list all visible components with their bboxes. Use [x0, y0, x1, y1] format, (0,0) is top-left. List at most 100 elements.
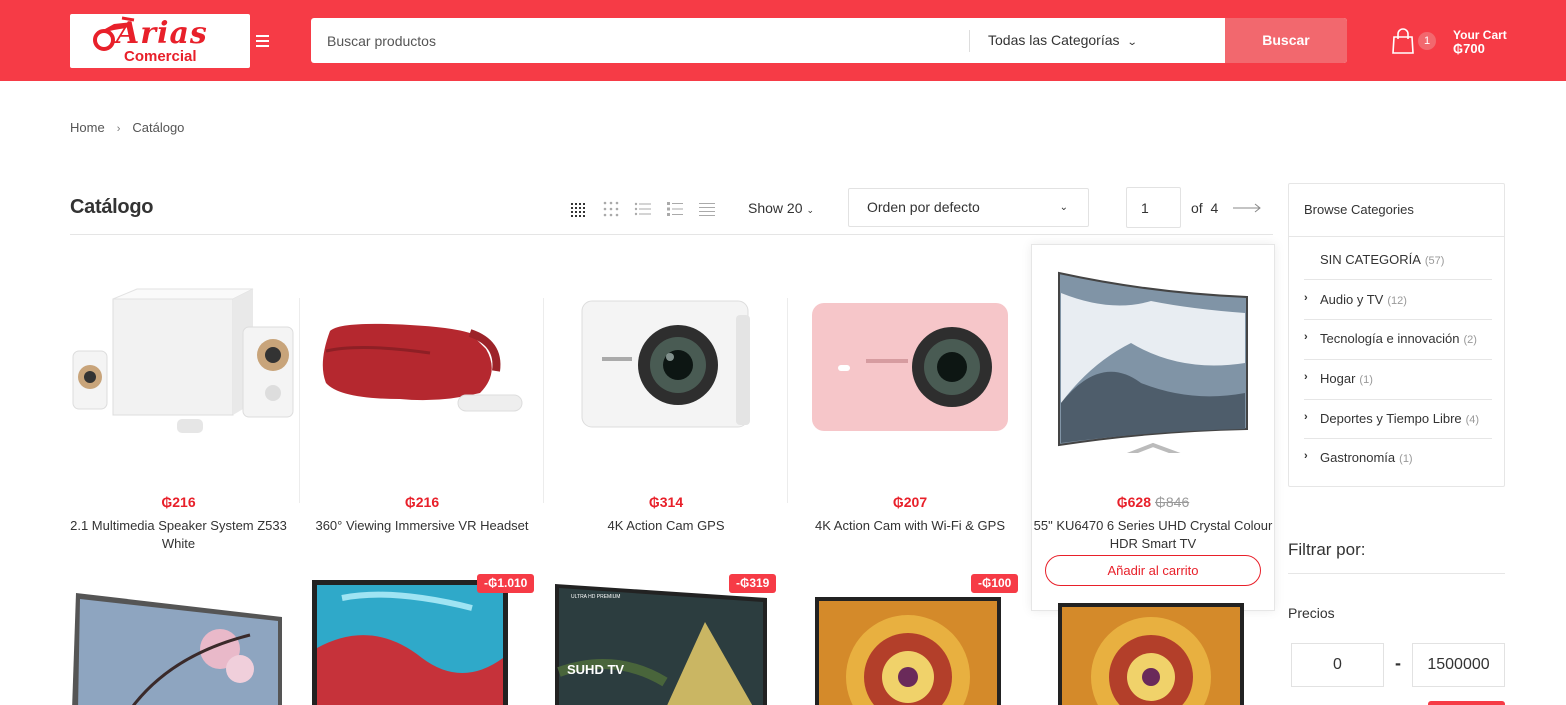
- price-original: ₲846: [1155, 494, 1190, 510]
- category-select[interactable]: Todas las Categorías ⌄: [988, 18, 1137, 63]
- product-image[interactable]: [70, 585, 286, 705]
- product-image[interactable]: [300, 253, 544, 453]
- cart-count-badge: 1: [1418, 32, 1436, 50]
- chevron-right-icon: ›: [1304, 292, 1308, 304]
- chevron-down-icon: ⌄: [1059, 202, 1068, 213]
- chevron-right-icon: ›: [1304, 450, 1308, 462]
- price-current: ₲216: [404, 494, 440, 510]
- discount-badge: -₲319: [729, 574, 777, 593]
- category-count: (1): [1359, 374, 1373, 386]
- category-count: (1): [1399, 453, 1413, 465]
- category-name: Audio y TV: [1320, 292, 1384, 307]
- suhd-tv-text: SUHD TV: [567, 662, 624, 677]
- search-input[interactable]: [311, 18, 969, 63]
- category-name: SIN CATEGORÍA: [1320, 252, 1421, 267]
- menu-icon[interactable]: [256, 35, 269, 47]
- site-header: Arias Comercial Todas las Categorías ⌄ Bu…: [0, 0, 1566, 81]
- breadcrumb: Home › Catálogo: [70, 120, 184, 135]
- sort-select-label: Orden por defecto: [867, 199, 980, 215]
- product-image[interactable]: [544, 253, 788, 453]
- price-current: ₲207: [892, 494, 928, 510]
- product-name[interactable]: 4K Action Cam with Wi-Fi & GPS: [788, 517, 1032, 535]
- browse-categories-panel: Browse Categories SIN CATEGORÍA (57) › Au…: [1288, 183, 1505, 487]
- browse-categories-title: Browse Categories: [1304, 202, 1414, 217]
- product-name[interactable]: 2.1 Multimedia Speaker System Z533 White: [57, 517, 300, 553]
- logo-subtitle: Comercial: [124, 48, 197, 65]
- discount-badge: -₲1.010: [477, 574, 535, 593]
- ultra-hd-premium-text: ULTRA HD PREMIUM: [571, 594, 620, 600]
- chevron-right-icon: ›: [1304, 371, 1308, 383]
- category-label: Hogar (1): [1320, 371, 1373, 386]
- category-item[interactable]: › Audio y TV (12): [1304, 292, 1492, 320]
- list-view-icon[interactable]: [634, 200, 652, 218]
- price-min-input[interactable]: [1291, 643, 1384, 687]
- product-price: ₲628 ₲846: [1031, 494, 1275, 510]
- price-current: ₲628: [1116, 494, 1151, 510]
- toolbar-divider: [70, 234, 1273, 235]
- product-price: ₲207: [788, 494, 1032, 510]
- show-per-page-label: Show 20: [748, 200, 803, 216]
- grid-large-view-icon[interactable]: [570, 200, 588, 218]
- sort-select[interactable]: Orden por defecto ⌄: [848, 188, 1089, 227]
- page-title: Catálogo: [70, 196, 154, 218]
- list-detail-view-icon[interactable]: [666, 200, 684, 218]
- product-image[interactable]: [1031, 253, 1275, 453]
- chevron-right-icon: ›: [1304, 331, 1308, 343]
- category-name: Hogar: [1320, 371, 1356, 386]
- product-image[interactable]: [57, 253, 301, 453]
- cart-widget[interactable]: 1 Your Cart ₲700: [1392, 28, 1517, 58]
- category-name: Gastronomía: [1320, 450, 1396, 465]
- category-count: (4): [1465, 414, 1480, 426]
- category-item[interactable]: SIN CATEGORÍA (57): [1304, 252, 1492, 280]
- price-range-dash: -: [1395, 653, 1401, 673]
- price-current: ₲314: [648, 494, 684, 510]
- breadcrumb-home[interactable]: Home: [70, 120, 105, 135]
- filter-title: Filtrar por:: [1288, 540, 1366, 559]
- category-item[interactable]: › Gastronomía (1): [1304, 450, 1492, 478]
- show-per-page-select[interactable]: Show 20 ⌄: [748, 200, 814, 216]
- category-count: (57): [1424, 255, 1445, 267]
- product-price: ₲314: [544, 494, 788, 510]
- search-bar: Todas las Categorías ⌄ Buscar: [311, 18, 1347, 63]
- filter-button[interactable]: [1428, 701, 1505, 705]
- category-name: Tecnología e innovación: [1320, 331, 1460, 346]
- category-label: Deportes y Tiempo Libre (4): [1320, 411, 1479, 426]
- add-to-cart-button[interactable]: Añadir al carrito: [1045, 555, 1261, 586]
- search-divider: [969, 30, 970, 52]
- discount-badge: -₲100: [971, 574, 1019, 593]
- product-name[interactable]: 55" KU6470 6 Series UHD Crystal Colour H…: [1031, 517, 1275, 553]
- price-current: ₲216: [161, 494, 196, 510]
- category-label: Tecnología e innovación (2): [1320, 331, 1477, 346]
- price-max-input[interactable]: [1412, 643, 1505, 687]
- category-count: (2): [1463, 334, 1477, 346]
- page-number-input[interactable]: [1126, 187, 1181, 228]
- site-logo[interactable]: Arias Comercial: [70, 14, 250, 68]
- cart-label: Your Cart: [1453, 28, 1507, 42]
- prices-label: Precios: [1288, 605, 1335, 621]
- cart-total: ₲700: [1453, 41, 1485, 56]
- search-button[interactable]: Buscar: [1225, 18, 1347, 63]
- arrow-right-icon[interactable]: [1232, 200, 1262, 216]
- category-label: SIN CATEGORÍA (57): [1320, 252, 1444, 267]
- grid-small-view-icon[interactable]: [602, 200, 620, 218]
- page-total-label: of 4: [1191, 200, 1219, 216]
- product-name[interactable]: 4K Action Cam GPS: [544, 517, 788, 535]
- breadcrumb-current: Catálogo: [132, 120, 185, 135]
- product-image[interactable]: [815, 597, 1001, 705]
- category-item[interactable]: › Deportes y Tiempo Libre (4): [1304, 411, 1492, 439]
- product-image[interactable]: [788, 253, 1032, 453]
- product-image[interactable]: [1058, 603, 1244, 705]
- chevron-down-icon: ⌄: [806, 205, 815, 215]
- product-image[interactable]: SUHD TV ULTRA HD PREMIUM: [555, 582, 767, 705]
- category-label: Audio y TV (12): [1320, 292, 1407, 307]
- product-image[interactable]: [312, 578, 508, 705]
- category-item[interactable]: › Hogar (1): [1304, 371, 1492, 400]
- panel-divider: [1289, 236, 1504, 237]
- chevron-right-icon: ›: [1304, 411, 1308, 423]
- product-name[interactable]: 360° Viewing Immersive VR Headset: [300, 517, 544, 535]
- product-price: ₲216: [300, 494, 544, 510]
- compact-list-view-icon[interactable]: [698, 200, 716, 218]
- category-count: (12): [1387, 295, 1407, 307]
- category-item[interactable]: › Tecnología e innovación (2): [1304, 331, 1492, 360]
- category-label: Gastronomía (1): [1320, 450, 1413, 465]
